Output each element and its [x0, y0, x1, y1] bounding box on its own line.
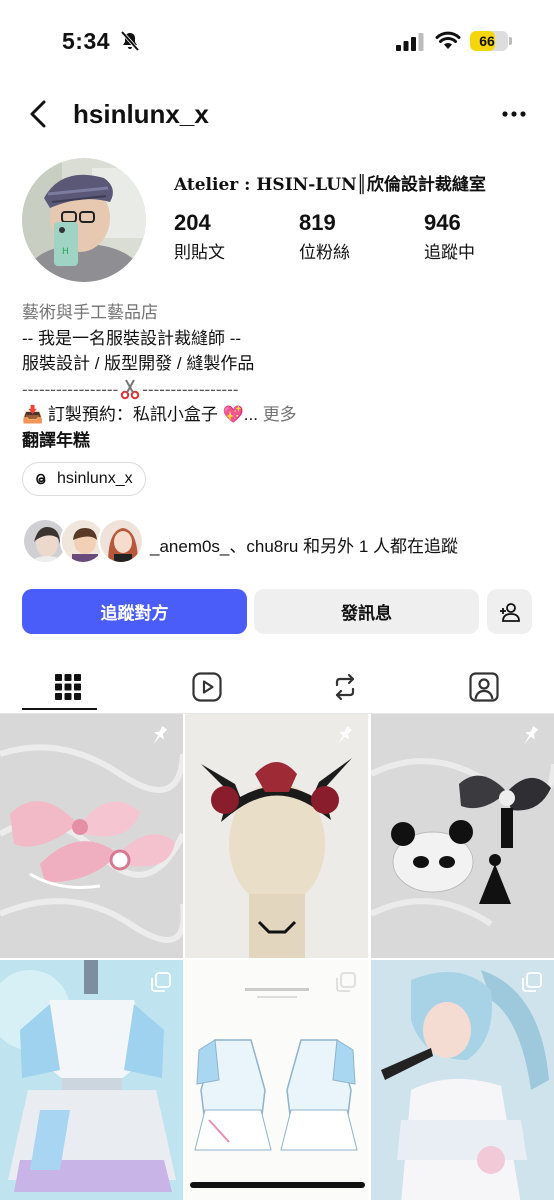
tab-reposts[interactable]	[299, 660, 391, 714]
home-indicator[interactable]	[190, 1182, 365, 1188]
bio: 藝術與手工藝品店 -- 我是一名服裝設計裁縫師 -- 服裝設計 / 版型開發 /…	[22, 300, 297, 453]
follow-button[interactable]: 追蹤對方	[22, 589, 247, 634]
threads-icon	[36, 473, 46, 485]
bio-line: -- 我是一名服裝設計裁縫師 --	[22, 328, 242, 348]
post-image	[0, 960, 183, 1200]
post-image	[371, 960, 554, 1200]
add-user-icon	[499, 602, 520, 622]
status-time: 5:34	[62, 28, 111, 54]
threads-badge[interactable]: hsinlunx_x	[22, 462, 146, 496]
stat-following[interactable]: 946 追蹤中	[424, 210, 475, 263]
followed-by-text: _anem0s_、chu8ru 和另外 1 人都在追蹤	[150, 537, 458, 556]
bio-divider: ----------------- -----------------	[22, 377, 297, 403]
following-label: 追蹤中	[424, 243, 475, 262]
status-bar: 5:34 66	[0, 0, 554, 84]
followers-label: 位粉絲	[299, 243, 350, 262]
pin-icon	[524, 726, 539, 745]
post-thumbnail[interactable]	[371, 714, 554, 958]
bio-category: 藝術與手工藝品店	[22, 303, 158, 322]
stat-posts[interactable]: 204 則貼文	[174, 210, 225, 263]
reels-icon	[192, 672, 222, 702]
avatar[interactable]: H	[22, 158, 146, 282]
post-image	[0, 714, 183, 958]
bio-line: 服裝設計 / 版型開發 / 縫製作品	[22, 354, 255, 373]
bio-reservation: 📥 訂製預約：私訊小盒子 💖...	[22, 405, 258, 424]
battery-nub	[509, 37, 512, 45]
mutual-followers[interactable]: _anem0s_、chu8ru 和另外 1 人都在追蹤	[22, 518, 542, 566]
threads-handle: hsinlunx_x	[57, 470, 133, 487]
post-thumbnail[interactable]	[0, 960, 183, 1200]
follower-avatar	[98, 518, 144, 564]
bio-reservation-line: 📥 訂製預約：私訊小盒子 💖... 更多	[22, 402, 297, 428]
post-thumbnail[interactable]	[371, 960, 554, 1200]
wifi-icon	[435, 31, 461, 49]
post-thumbnail[interactable]	[0, 714, 183, 958]
svg-text:H: H	[62, 247, 69, 257]
carousel-icon	[151, 972, 171, 992]
posts-count: 204	[174, 210, 211, 235]
followers-count: 819	[299, 210, 336, 235]
carousel-icon	[522, 972, 542, 992]
battery-level: 66	[479, 33, 495, 49]
post-image	[185, 960, 368, 1200]
active-tab-indicator	[22, 708, 97, 710]
post-thumbnail[interactable]	[185, 714, 368, 958]
following-count: 946	[424, 210, 461, 235]
posts-label: 則貼文	[174, 243, 225, 262]
stat-followers[interactable]: 819 位粉絲	[299, 210, 350, 263]
post-image	[185, 714, 368, 958]
suggest-users-button[interactable]	[487, 589, 532, 634]
post-thumbnail[interactable]	[185, 960, 368, 1200]
more-link[interactable]: 更多	[263, 405, 297, 424]
cellular-signal-icon	[396, 33, 424, 51]
profile-tabs	[0, 660, 554, 714]
tab-posts[interactable]	[22, 660, 114, 714]
bio-divider-left: -----------------	[22, 379, 119, 399]
bio-divider-right: -----------------	[142, 379, 239, 399]
chevron-left-icon[interactable]	[26, 98, 52, 130]
grid-icon	[55, 674, 81, 700]
tab-reels[interactable]	[161, 660, 253, 714]
tab-tagged[interactable]	[438, 660, 530, 714]
battery-indicator: 66	[470, 31, 508, 51]
tagged-icon	[469, 672, 499, 702]
post-image	[371, 714, 554, 958]
pin-icon	[153, 726, 168, 745]
translate-link[interactable]: 翻譯年糕	[22, 428, 297, 454]
bell-slash-icon	[120, 30, 140, 52]
message-button[interactable]: 發訊息	[254, 589, 479, 634]
ellipsis-icon[interactable]	[500, 102, 528, 126]
carousel-icon	[336, 972, 356, 992]
page-title: hsinlunx_x	[73, 99, 209, 129]
scissors-icon	[121, 379, 140, 400]
profile-name: Atelier : HSIN-LUN║欣倫設計裁縫室	[174, 175, 486, 195]
pin-icon	[338, 726, 353, 745]
reposts-icon	[335, 673, 355, 701]
